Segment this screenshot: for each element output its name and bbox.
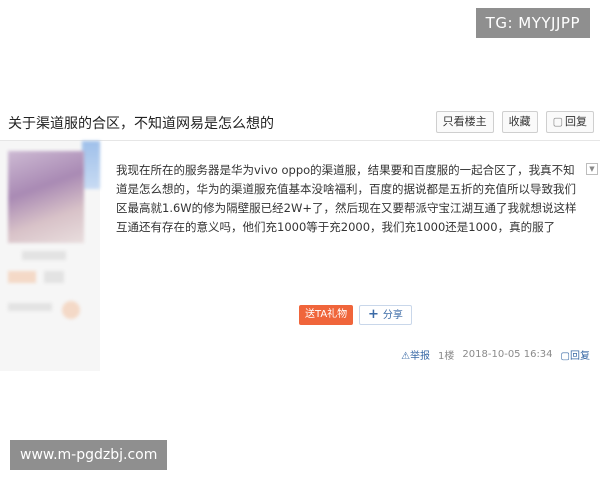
report-label: 举报 — [410, 351, 431, 362]
medal-blurred — [62, 301, 80, 319]
post-meta: ⚠举报 1楼 2018-10-05 16:34 ▢回复 — [401, 347, 590, 362]
reply-button[interactable]: ▢ 回复 — [545, 111, 594, 133]
post-menu-dropdown[interactable]: ▼ — [586, 163, 598, 175]
share-button-label: 分享 — [382, 310, 403, 321]
post-title-bar: 关于渠道服的合区，不知道网易是怎么想的 只看楼主 收藏 ▢ 回复 — [0, 108, 600, 141]
username-blurred[interactable] — [22, 251, 66, 260]
floor-reply-label: 回复 — [570, 351, 590, 362]
level-blurred — [44, 271, 64, 283]
site-watermark: www.m-pgdzbj.com — [10, 440, 168, 470]
share-button[interactable]: + 分享 — [359, 305, 412, 325]
reply-icon: ▢ — [552, 115, 563, 128]
comment-icon: ▢ — [560, 351, 570, 362]
post-title: 关于渠道服的合区，不知道网易是怎么想的 — [8, 116, 274, 132]
floor-reply-link[interactable]: ▢回复 — [561, 347, 590, 362]
send-gift-button[interactable]: 送TA礼物 — [299, 305, 354, 325]
avatar-decoration — [82, 141, 100, 189]
warning-icon: ⚠ — [401, 351, 411, 362]
tg-overlay-label: TG: MYYJJPP — [475, 8, 590, 38]
report-link[interactable]: ⚠举报 — [401, 347, 430, 362]
only-op-button[interactable]: 只看楼主 — [435, 111, 494, 133]
info-blurred — [8, 303, 52, 311]
post-content: ▼ 我现在所在的服务器是华为vivo oppo的渠道服，结果要和百度服的一起合区… — [100, 141, 600, 371]
post-body: 我现在所在的服务器是华为vivo oppo的渠道服，结果要和百度服的一起合区了，… — [116, 163, 577, 234]
floor-number: 1楼 — [438, 351, 455, 362]
post-datetime: 2018-10-05 16:34 — [462, 349, 553, 360]
title-actions: 只看楼主 收藏 ▢ 回复 — [435, 111, 594, 133]
reply-button-label: 回复 — [565, 115, 587, 128]
author-column — [0, 141, 100, 371]
plus-icon: + — [368, 307, 379, 322]
favorite-button[interactable]: 收藏 — [501, 111, 538, 133]
avatar[interactable] — [8, 151, 84, 243]
badge-blurred — [8, 271, 36, 283]
